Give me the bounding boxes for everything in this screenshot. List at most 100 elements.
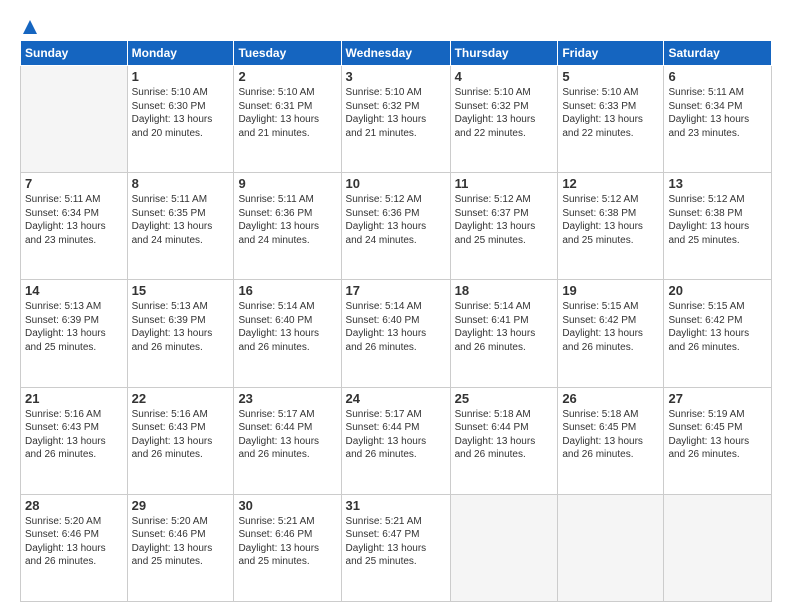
calendar-week-row: 7 Sunrise: 5:11 AM Sunset: 6:34 PM Daylig… (21, 173, 772, 280)
day-number: 29 (132, 498, 230, 513)
calendar-table: SundayMondayTuesdayWednesdayThursdayFrid… (20, 40, 772, 602)
day-info: Sunrise: 5:12 AM Sunset: 6:37 PM Dayligh… (455, 193, 554, 247)
page-header (20, 18, 772, 32)
day-number: 31 (346, 498, 446, 513)
day-number: 4 (455, 69, 554, 84)
weekday-header: Saturday (664, 41, 772, 66)
calendar-cell: 3 Sunrise: 5:10 AM Sunset: 6:32 PM Daylig… (341, 66, 450, 173)
day-info: Sunrise: 5:10 AM Sunset: 6:31 PM Dayligh… (238, 86, 336, 140)
calendar-cell: 11 Sunrise: 5:12 AM Sunset: 6:37 PM Dayli… (450, 173, 558, 280)
day-info: Sunrise: 5:12 AM Sunset: 6:38 PM Dayligh… (668, 193, 767, 247)
day-number: 26 (562, 391, 659, 406)
day-info: Sunrise: 5:10 AM Sunset: 6:33 PM Dayligh… (562, 86, 659, 140)
weekday-header: Thursday (450, 41, 558, 66)
day-number: 30 (238, 498, 336, 513)
day-number: 11 (455, 176, 554, 191)
day-info: Sunrise: 5:14 AM Sunset: 6:40 PM Dayligh… (238, 300, 336, 354)
calendar-cell: 27Sunrise: 5:19 AM Sunset: 6:45 PM Dayli… (664, 387, 772, 494)
day-number: 19 (562, 283, 659, 298)
day-number: 2 (238, 69, 336, 84)
calendar-cell: 1 Sunrise: 5:10 AM Sunset: 6:30 PM Daylig… (127, 66, 234, 173)
day-info: Sunrise: 5:17 AM Sunset: 6:44 PM Dayligh… (346, 408, 446, 462)
calendar-cell: 5 Sunrise: 5:10 AM Sunset: 6:33 PM Daylig… (558, 66, 664, 173)
calendar-cell: 29 Sunrise: 5:20 AM Sunset: 6:46 PM Dayli… (127, 494, 234, 601)
calendar-cell: 9 Sunrise: 5:11 AM Sunset: 6:36 PM Daylig… (234, 173, 341, 280)
logo (20, 18, 40, 32)
calendar-cell: 16 Sunrise: 5:14 AM Sunset: 6:40 PM Dayli… (234, 280, 341, 387)
day-info: Sunrise: 5:11 AM Sunset: 6:34 PM Dayligh… (25, 193, 123, 247)
day-number: 10 (346, 176, 446, 191)
day-info: Sunrise: 5:14 AM Sunset: 6:40 PM Dayligh… (346, 300, 446, 354)
weekday-header: Monday (127, 41, 234, 66)
day-info: Sunrise: 5:15 AM Sunset: 6:42 PM Dayligh… (562, 300, 659, 354)
calendar-cell: 26 Sunrise: 5:18 AM Sunset: 6:45 PM Dayli… (558, 387, 664, 494)
calendar-cell: 24Sunrise: 5:17 AM Sunset: 6:44 PM Dayli… (341, 387, 450, 494)
day-info: Sunrise: 5:16 AM Sunset: 6:43 PM Dayligh… (25, 408, 123, 462)
calendar-cell: 13Sunrise: 5:12 AM Sunset: 6:38 PM Dayli… (664, 173, 772, 280)
calendar-week-row: 14 Sunrise: 5:13 AM Sunset: 6:39 PM Dayli… (21, 280, 772, 387)
calendar-cell: 2 Sunrise: 5:10 AM Sunset: 6:31 PM Daylig… (234, 66, 341, 173)
day-info: Sunrise: 5:13 AM Sunset: 6:39 PM Dayligh… (132, 300, 230, 354)
day-info: Sunrise: 5:20 AM Sunset: 6:46 PM Dayligh… (25, 515, 123, 569)
calendar-cell: 22Sunrise: 5:16 AM Sunset: 6:43 PM Dayli… (127, 387, 234, 494)
day-number: 18 (455, 283, 554, 298)
calendar-cell: 17 Sunrise: 5:14 AM Sunset: 6:40 PM Dayli… (341, 280, 450, 387)
day-number: 21 (25, 391, 123, 406)
calendar-week-row: 1 Sunrise: 5:10 AM Sunset: 6:30 PM Daylig… (21, 66, 772, 173)
calendar-cell: 21 Sunrise: 5:16 AM Sunset: 6:43 PM Dayli… (21, 387, 128, 494)
calendar-cell: 4 Sunrise: 5:10 AM Sunset: 6:32 PM Daylig… (450, 66, 558, 173)
day-number: 23 (238, 391, 336, 406)
day-info: Sunrise: 5:14 AM Sunset: 6:41 PM Dayligh… (455, 300, 554, 354)
day-number: 5 (562, 69, 659, 84)
calendar-cell: 10Sunrise: 5:12 AM Sunset: 6:36 PM Dayli… (341, 173, 450, 280)
day-info: Sunrise: 5:11 AM Sunset: 6:35 PM Dayligh… (132, 193, 230, 247)
calendar-cell: 20 Sunrise: 5:15 AM Sunset: 6:42 PM Dayli… (664, 280, 772, 387)
day-number: 16 (238, 283, 336, 298)
calendar-cell (664, 494, 772, 601)
day-info: Sunrise: 5:13 AM Sunset: 6:39 PM Dayligh… (25, 300, 123, 354)
day-number: 14 (25, 283, 123, 298)
days-of-week-row: SundayMondayTuesdayWednesdayThursdayFrid… (21, 41, 772, 66)
day-number: 1 (132, 69, 230, 84)
day-info: Sunrise: 5:11 AM Sunset: 6:36 PM Dayligh… (238, 193, 336, 247)
weekday-header: Wednesday (341, 41, 450, 66)
day-number: 17 (346, 283, 446, 298)
day-number: 28 (25, 498, 123, 513)
day-info: Sunrise: 5:10 AM Sunset: 6:32 PM Dayligh… (346, 86, 446, 140)
day-number: 9 (238, 176, 336, 191)
day-number: 6 (668, 69, 767, 84)
day-info: Sunrise: 5:18 AM Sunset: 6:45 PM Dayligh… (562, 408, 659, 462)
weekday-header: Tuesday (234, 41, 341, 66)
day-info: Sunrise: 5:19 AM Sunset: 6:45 PM Dayligh… (668, 408, 767, 462)
calendar-cell: 31 Sunrise: 5:21 AM Sunset: 6:47 PM Dayli… (341, 494, 450, 601)
day-info: Sunrise: 5:16 AM Sunset: 6:43 PM Dayligh… (132, 408, 230, 462)
day-info: Sunrise: 5:10 AM Sunset: 6:32 PM Dayligh… (455, 86, 554, 140)
calendar-week-row: 28 Sunrise: 5:20 AM Sunset: 6:46 PM Dayli… (21, 494, 772, 601)
calendar-cell: 23 Sunrise: 5:17 AM Sunset: 6:44 PM Dayli… (234, 387, 341, 494)
calendar-cell: 30 Sunrise: 5:21 AM Sunset: 6:46 PM Dayli… (234, 494, 341, 601)
day-number: 3 (346, 69, 446, 84)
calendar-week-row: 21 Sunrise: 5:16 AM Sunset: 6:43 PM Dayli… (21, 387, 772, 494)
calendar-cell: 12 Sunrise: 5:12 AM Sunset: 6:38 PM Dayli… (558, 173, 664, 280)
day-info: Sunrise: 5:12 AM Sunset: 6:38 PM Dayligh… (562, 193, 659, 247)
calendar-cell: 25Sunrise: 5:18 AM Sunset: 6:44 PM Dayli… (450, 387, 558, 494)
day-number: 12 (562, 176, 659, 191)
day-info: Sunrise: 5:10 AM Sunset: 6:30 PM Dayligh… (132, 86, 230, 140)
weekday-header: Friday (558, 41, 664, 66)
calendar-cell: 7 Sunrise: 5:11 AM Sunset: 6:34 PM Daylig… (21, 173, 128, 280)
calendar-cell: 28 Sunrise: 5:20 AM Sunset: 6:46 PM Dayli… (21, 494, 128, 601)
day-number: 7 (25, 176, 123, 191)
day-number: 8 (132, 176, 230, 191)
calendar-cell (450, 494, 558, 601)
day-number: 25 (455, 391, 554, 406)
calendar-cell: 6Sunrise: 5:11 AM Sunset: 6:34 PM Daylig… (664, 66, 772, 173)
day-info: Sunrise: 5:20 AM Sunset: 6:46 PM Dayligh… (132, 515, 230, 569)
day-number: 20 (668, 283, 767, 298)
day-info: Sunrise: 5:21 AM Sunset: 6:46 PM Dayligh… (238, 515, 336, 569)
logo-icon (21, 18, 39, 36)
calendar-cell: 14 Sunrise: 5:13 AM Sunset: 6:39 PM Dayli… (21, 280, 128, 387)
day-info: Sunrise: 5:21 AM Sunset: 6:47 PM Dayligh… (346, 515, 446, 569)
day-info: Sunrise: 5:17 AM Sunset: 6:44 PM Dayligh… (238, 408, 336, 462)
day-info: Sunrise: 5:15 AM Sunset: 6:42 PM Dayligh… (668, 300, 767, 354)
calendar-cell: 19 Sunrise: 5:15 AM Sunset: 6:42 PM Dayli… (558, 280, 664, 387)
